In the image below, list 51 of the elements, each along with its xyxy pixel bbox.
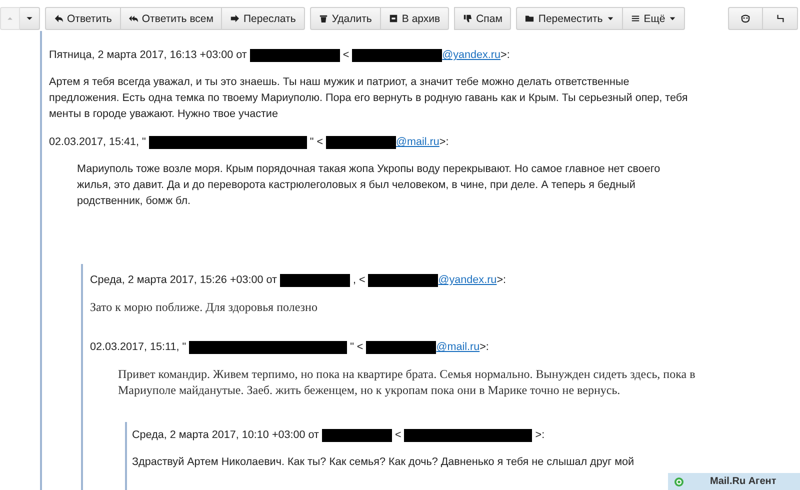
toolbar-button[interactable]: Переместить (516, 7, 623, 30)
toolbar-button[interactable]: Ответить всем (120, 7, 222, 30)
toolbar-button[interactable]: Удалить (310, 7, 381, 30)
folder-icon (525, 14, 534, 23)
toolbar-button[interactable]: Переслать (222, 7, 305, 30)
header-text: , < (352, 274, 366, 286)
email-link[interactable]: @yandex.ru (438, 274, 497, 286)
message-text: Артем я тебя всегда уважал, и ты это знаешь. Ты наш мужик и патриот, а значит тебе можно делать ответственные предложения. Есть одна темка по твоему Мариуполю. Пора его вернуть в родную гавань как и Крым. Ты серьезный опер, тебя менты в городе уважают. Нужно твое участие (49, 75, 689, 122)
forward-arrow-icon (230, 14, 240, 23)
redaction-bar (326, 136, 396, 148)
header-text: Среда, 2 марта 2017, 10:10 +03:00 от (132, 429, 319, 441)
email-link[interactable]: @yandex.ru (442, 49, 501, 61)
message-text: Привет командир. Живем терпимо, но пока на квартире брата. Семья нормально. Вынужден сидеть здесь, пока в Мариуполе майданутые. Заеб. жить беженцем, но к укропам пока они в Марике точно не вернусь. (118, 366, 696, 398)
message-text: Здраствуй Артем Николаевич. Как ты? Как семья? Как дочь? Давненько я тебя не слышал друг мой (132, 455, 636, 470)
reply-all-icon (128, 14, 138, 23)
redaction-bar (368, 274, 438, 286)
header-text: Среда, 2 марта 2017, 15:26 +03:00 от (90, 274, 277, 286)
menu-lines-icon (630, 14, 640, 23)
header-text: " < (310, 136, 324, 148)
redaction-bar (322, 428, 392, 442)
thumbs-down-icon (463, 14, 472, 23)
header-text: >: (480, 341, 489, 353)
header-text: >: (496, 274, 506, 286)
header-text: >: (535, 429, 545, 441)
message-text: Мариуполь тоже возле моря. Крым порядочная такая жопа Укропы воду перекрывают. Но самое главное нет своего жилья, это давит. Да и до переворота кастрюлеголовых я был человеком, в чине, при деле. А теперь я бедный родственник, бомж бл. (77, 162, 662, 209)
email-link[interactable]: @mail.ru (396, 136, 440, 148)
toolbar-button[interactable]: Ответить (45, 7, 121, 30)
reply-icon (54, 14, 63, 23)
toolbar-button[interactable]: Ещё (622, 7, 686, 30)
toolbar-button[interactable]: В архив (380, 7, 450, 30)
header-text: >: (500, 49, 510, 61)
header-text: 02.03.2017, 15:41, " (49, 136, 146, 148)
header-text: < (394, 429, 402, 441)
email-link[interactable]: @mail.ru (436, 341, 480, 353)
mask-icon (741, 14, 750, 23)
archive-box-icon (388, 14, 398, 23)
toolbar-button[interactable]: Спам (454, 7, 512, 30)
header-text: < (342, 49, 350, 61)
agent-label: Mail.Ru Агент (710, 476, 776, 487)
header-text: Пятница, 2 марта 2017, 16:13 +03:00 от (49, 49, 247, 61)
header-text: " < (350, 341, 364, 353)
mask-button[interactable] (728, 7, 763, 30)
header-text: >: (439, 136, 449, 148)
agent-bar[interactable]: Mail.Ru Агент (668, 473, 800, 490)
header-text: 02.03.2017, 15:11, " (90, 341, 186, 353)
trash-icon (318, 14, 328, 23)
redaction-bar (280, 274, 350, 286)
message-text: Зато к морю поближе. Для здоровья полезно (90, 299, 318, 315)
redaction-bar (366, 340, 436, 354)
down-arrow-button[interactable] (20, 7, 40, 30)
at-sign-icon (674, 476, 684, 486)
